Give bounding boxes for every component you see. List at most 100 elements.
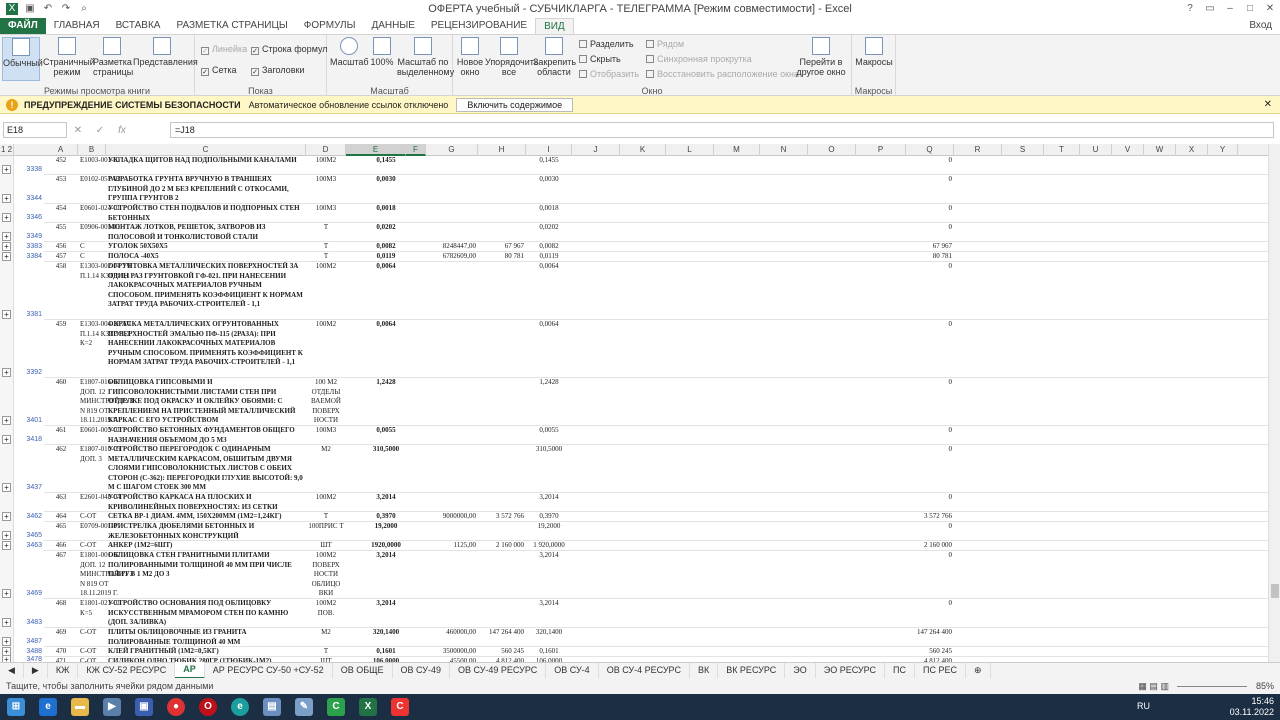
- column-header-l[interactable]: L: [666, 144, 714, 156]
- page-layout-status-icon[interactable]: ▤: [1149, 681, 1158, 691]
- cell-e[interactable]: 1920,0000: [346, 541, 426, 551]
- cell-e[interactable]: 0,1601: [346, 647, 426, 657]
- cell-c[interactable]: ОГРУНТОВКА МЕТАЛЛИЧЕСКИХ ПОВЕРХНОСТЕЙ ЗА…: [106, 262, 306, 320]
- cell-c[interactable]: УГОЛОК 50Х50Х5: [106, 242, 306, 252]
- cell-q[interactable]: 3 572 766: [906, 512, 954, 522]
- table-row[interactable]: 460 Е1807-016-01 ДОП. 12 МИНСТРОЙ РУЗ N 8…: [44, 378, 1268, 426]
- enter-icon[interactable]: ✓: [89, 125, 111, 136]
- cell-d[interactable]: М2: [306, 445, 346, 493]
- column-header-c[interactable]: C: [106, 144, 306, 156]
- table-row[interactable]: 467 Е1801-001-02 ДОП. 12 МИНСТРОЙ РУЗ N 8…: [44, 551, 1268, 599]
- switch-windows-button[interactable]: Перейти в другое окно: [793, 37, 849, 81]
- sheet-tab[interactable]: КЖ: [48, 663, 79, 678]
- cell-i[interactable]: 0,0064: [526, 320, 572, 378]
- cell-e[interactable]: 0,0119: [346, 252, 426, 262]
- sync-scroll-button[interactable]: Синхронная прокрутка: [646, 54, 752, 64]
- cell-h[interactable]: [478, 445, 526, 493]
- expand-group-icon[interactable]: +: [2, 541, 11, 550]
- cell-g[interactable]: 6782609,00: [426, 252, 478, 262]
- taskbar-app[interactable]: ▣: [128, 694, 160, 720]
- cell-d[interactable]: Т: [306, 512, 346, 522]
- cell-a[interactable]: 458: [44, 262, 78, 320]
- reset-position-button[interactable]: Восстановить расположение окна: [646, 69, 799, 79]
- cell-c[interactable]: УКЛАДКА ЩИТОВ НАД ПОДПОЛЬНЫМИ КАНАЛАМИ: [106, 156, 306, 175]
- cell-q[interactable]: 0: [906, 522, 954, 541]
- cell-a[interactable]: 469: [44, 628, 78, 647]
- language-indicator[interactable]: RU: [1137, 701, 1150, 711]
- split-button[interactable]: Разделить: [579, 39, 634, 49]
- cell-c[interactable]: УСТРОЙСТВО ОСНОВАНИЯ ПОД ОБЛИЦОВКУ ИСКУС…: [106, 599, 306, 628]
- table-row[interactable]: 464 С-ОТ СЕТКА ВР-1 ДИАМ. 4ММ, 150Х200ММ (…: [44, 512, 1268, 522]
- column-header-f[interactable]: F: [406, 144, 426, 156]
- expand-group-icon[interactable]: +: [2, 213, 11, 222]
- table-row[interactable]: 457 С ПОЛОСА -40Х5 Т 0,0119 6782609,00 80 781 0…: [44, 252, 1268, 262]
- cell-q[interactable]: 0: [906, 445, 954, 493]
- headings-checkbox[interactable]: ✓ Заголовки: [251, 65, 304, 76]
- expand-group-icon[interactable]: +: [2, 368, 11, 377]
- row-number[interactable]: 3384: [14, 253, 44, 260]
- expand-group-icon[interactable]: +: [2, 589, 11, 598]
- cell-i[interactable]: 1,2428: [526, 378, 572, 426]
- tab-data[interactable]: ДАННЫЕ: [363, 18, 422, 34]
- cancel-icon[interactable]: ✕: [67, 125, 89, 136]
- scroll-thumb[interactable]: [1271, 584, 1279, 598]
- cell-d[interactable]: 100М2: [306, 262, 346, 320]
- table-row[interactable]: 463 Е2601-048-04 УСТРОЙСТВО КАРКАСА НА ПЛО…: [44, 493, 1268, 512]
- cell-g[interactable]: [426, 378, 478, 426]
- cell-q[interactable]: 560 245: [906, 647, 954, 657]
- cell-e[interactable]: 3,2014: [346, 493, 426, 512]
- cell-e[interactable]: 0,0030: [346, 175, 426, 204]
- cell-c[interactable]: КЛЕЙ ГРАНИТНЫЙ (1М2=0,5КГ): [106, 647, 306, 657]
- cell-c[interactable]: СЕТКА ВР-1 ДИАМ. 4ММ, 150Х200ММ (1М2=1,2…: [106, 512, 306, 522]
- cell-g[interactable]: 460000,00: [426, 628, 478, 647]
- page-layout-view-button[interactable]: Разметка страницы: [93, 37, 133, 81]
- cell-e[interactable]: 3,2014: [346, 551, 426, 599]
- sheet-tab[interactable]: ПС РЕС: [915, 663, 966, 678]
- cell-i[interactable]: 0,0030: [526, 175, 572, 204]
- cell-h[interactable]: 560 245: [478, 647, 526, 657]
- cell-d[interactable]: ШТ: [306, 541, 346, 551]
- table-row[interactable]: 459 Е1303-004-26 ТЧ П.1.14 КЗТР=1,1 К=2 ОК…: [44, 320, 1268, 378]
- cell-h[interactable]: [478, 204, 526, 223]
- taskbar-chrome[interactable]: ●: [160, 694, 192, 720]
- cell-c[interactable]: РАЗРАБОТКА ГРУНТА ВРУЧНУЮ В ТРАНШЕЯХ ГЛУ…: [106, 175, 306, 204]
- redo-icon[interactable]: ↷: [60, 3, 72, 15]
- taskbar-explorer[interactable]: ▬: [64, 694, 96, 720]
- save-icon[interactable]: ▣: [24, 3, 36, 15]
- taskbar-excel[interactable]: X: [352, 694, 384, 720]
- table-row[interactable]: 454 Е0601-024-01 УСТРОЙСТВО СТЕН ПОДВАЛОВ …: [44, 204, 1268, 223]
- column-header-v[interactable]: V: [1112, 144, 1144, 156]
- start-button[interactable]: ⊞: [0, 694, 32, 720]
- cell-d[interactable]: 100М3: [306, 204, 346, 223]
- cell-a[interactable]: 464: [44, 512, 78, 522]
- ruler-checkbox[interactable]: ✓ Линейка: [201, 44, 247, 55]
- cell-g[interactable]: 3500000,00: [426, 647, 478, 657]
- column-header-p[interactable]: P: [856, 144, 906, 156]
- table-row[interactable]: 458 Е1303-002-04 ТЧ П.1.14 КЗТР=1,1 ОГРУНТ…: [44, 262, 1268, 320]
- taskbar-tool[interactable]: ✎: [288, 694, 320, 720]
- column-header-m[interactable]: M: [714, 144, 760, 156]
- column-header-h[interactable]: H: [478, 144, 526, 156]
- sheet-tab[interactable]: ОВ СУ-4 РЕСУРС: [599, 663, 690, 678]
- table-row[interactable]: 455 Е0906-001-01 МОНТАЖ ЛОТКОВ, РЕШЕТОК, З…: [44, 223, 1268, 242]
- minimize-button[interactable]: –: [1220, 0, 1240, 18]
- cell-g[interactable]: 1125,00: [426, 541, 478, 551]
- column-header-a[interactable]: A: [44, 144, 78, 156]
- column-header-j[interactable]: J: [572, 144, 620, 156]
- expand-group-icon[interactable]: +: [2, 194, 11, 203]
- cell-q[interactable]: 67 967: [906, 242, 954, 252]
- cell-e[interactable]: 0,0055: [346, 426, 426, 445]
- expand-group-icon[interactable]: +: [2, 483, 11, 492]
- cell-d[interactable]: М2: [306, 628, 346, 647]
- cell-h[interactable]: [478, 522, 526, 541]
- column-header-t[interactable]: T: [1044, 144, 1080, 156]
- row-number[interactable]: 3483: [14, 619, 44, 626]
- column-header-q[interactable]: Q: [906, 144, 954, 156]
- row-number[interactable]: 3487: [14, 638, 44, 645]
- cell-a[interactable]: 452: [44, 156, 78, 175]
- name-box[interactable]: E18: [3, 122, 67, 138]
- cell-e[interactable]: 0,0064: [346, 262, 426, 320]
- taskbar-media[interactable]: ▶: [96, 694, 128, 720]
- row-number[interactable]: 3383: [14, 243, 44, 250]
- cell-g[interactable]: [426, 223, 478, 242]
